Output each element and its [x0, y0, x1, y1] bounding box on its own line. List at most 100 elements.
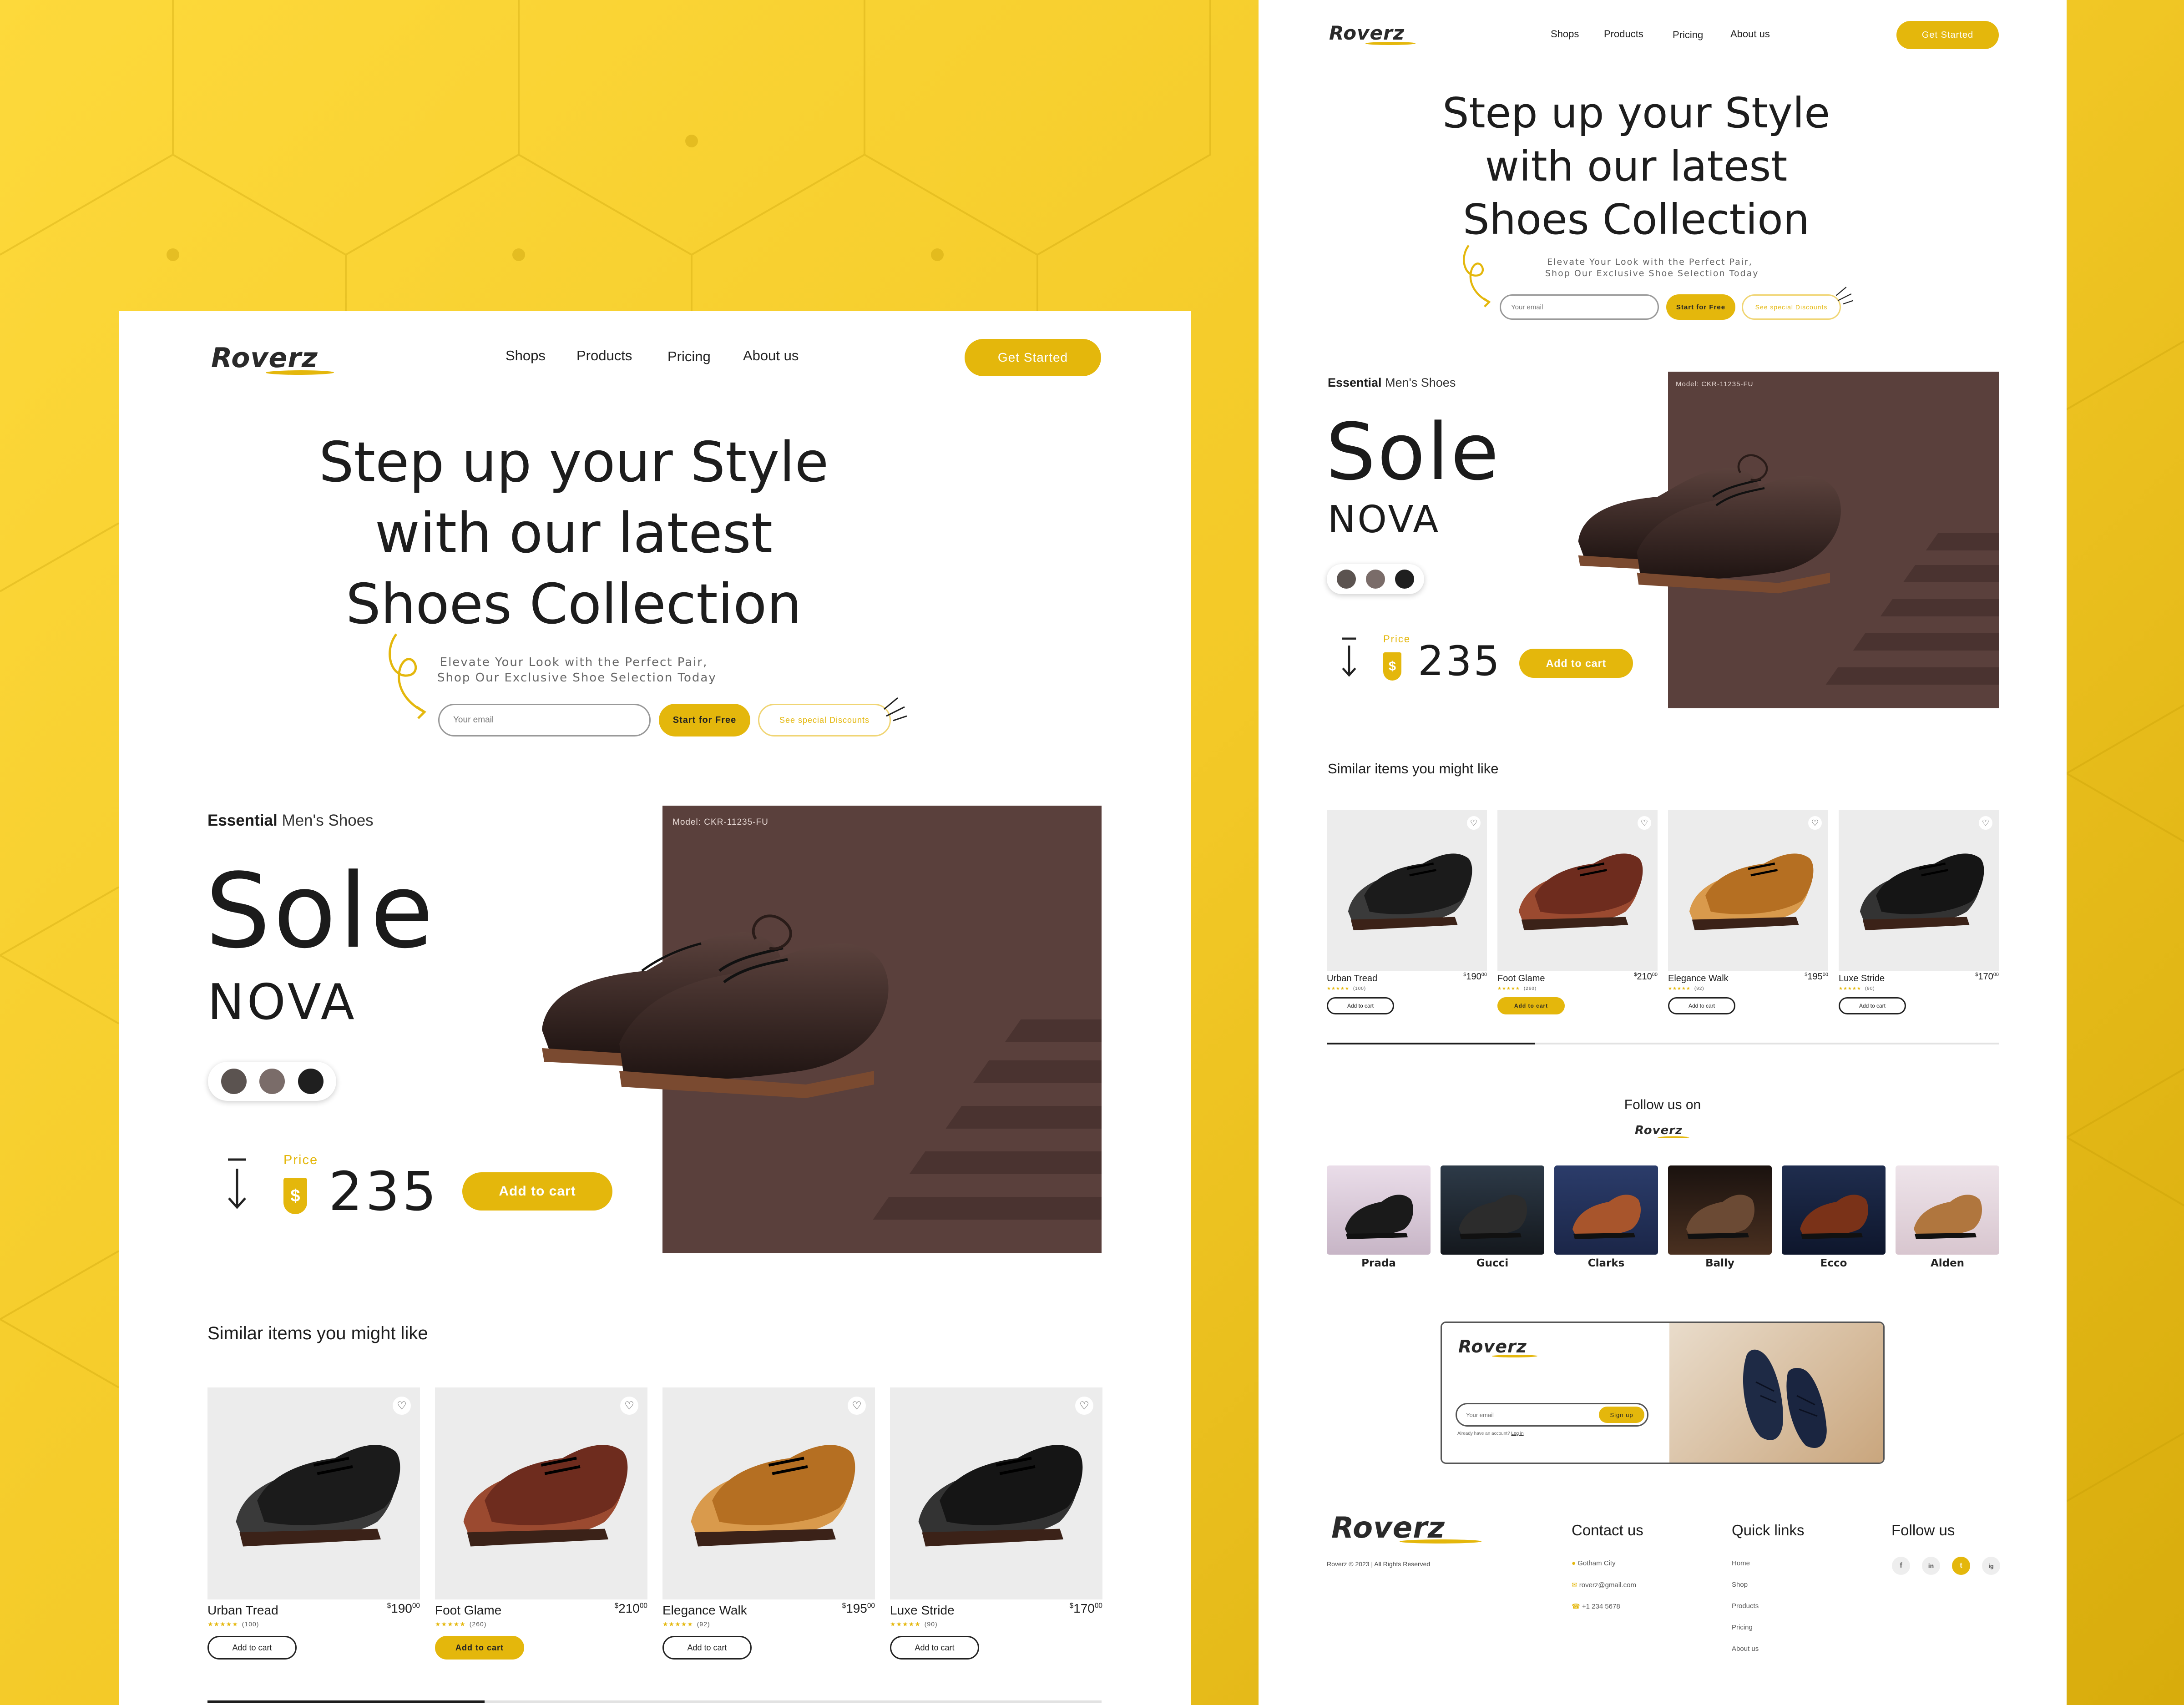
footer-logo[interactable]: Roverz: [1331, 1511, 1504, 1548]
footer-link-shop[interactable]: Shop: [1732, 1581, 1748, 1589]
card-price-cents: 00: [1094, 1602, 1102, 1610]
contact-phone[interactable]: ☎ +1 234 5678: [1572, 1602, 1620, 1610]
product-card[interactable]: ♡ Foot Glame $21000 ★★★★★ (260) Add to ca…: [435, 1387, 647, 1679]
card-add-to-cart-button[interactable]: Add to cart: [207, 1636, 297, 1660]
carousel-progress-fill: [207, 1700, 485, 1703]
brand-tile[interactable]: [1782, 1165, 1886, 1255]
twitter-icon[interactable]: t: [1952, 1557, 1970, 1575]
header-logo[interactable]: Roverz: [1329, 22, 1425, 47]
contact-email[interactable]: ✉ roverz@gmail.com: [1572, 1581, 1636, 1589]
brand-name[interactable]: Bally: [1668, 1257, 1772, 1269]
product-card[interactable]: ♡ Urban Tread $19000 ★★★★★ (100) Add to c…: [207, 1387, 420, 1679]
start-free-button[interactable]: Start for Free: [1666, 294, 1735, 320]
card-add-to-cart-button[interactable]: Add to cart: [435, 1636, 524, 1660]
nav-about[interactable]: About us: [743, 348, 799, 364]
facebook-icon[interactable]: f: [1892, 1557, 1910, 1575]
card-price: $17000: [1070, 1601, 1102, 1616]
brand-tile[interactable]: [1896, 1165, 1999, 1255]
header-logo[interactable]: Roverz: [211, 342, 343, 378]
nav-about[interactable]: About us: [1730, 28, 1770, 40]
card-price-value: 190: [391, 1601, 412, 1615]
nav-shops[interactable]: Shops: [506, 348, 546, 364]
brand-shoe-image: [1459, 1195, 1527, 1239]
product-card[interactable]: ♡ Foot Glame $21000 ★★★★★ (260) Add to ca…: [1497, 810, 1658, 1019]
swatch-black[interactable]: [1395, 570, 1414, 589]
logo-swoosh: [1657, 1136, 1690, 1138]
footer-link-products[interactable]: Products: [1732, 1602, 1759, 1610]
get-started-button[interactable]: Get Started: [965, 339, 1101, 376]
swatch-dark-grey[interactable]: [1337, 570, 1356, 589]
brand-tile[interactable]: [1327, 1165, 1431, 1255]
add-to-cart-button[interactable]: Add to cart: [1519, 649, 1633, 678]
down-arrow-icon[interactable]: [1339, 637, 1360, 679]
heart-icon[interactable]: ♡: [1075, 1397, 1093, 1415]
swatch-grey[interactable]: [259, 1069, 285, 1094]
down-arrow-icon[interactable]: [223, 1157, 251, 1212]
nav-shops[interactable]: Shops: [1551, 28, 1579, 40]
card-image: ♡: [1668, 810, 1828, 971]
brand-shoe-image: [1914, 1195, 1982, 1239]
card-add-to-cart-button[interactable]: Add to cart: [1839, 997, 1906, 1014]
logo-swoosh: [1491, 1355, 1538, 1357]
product-card[interactable]: ♡ Urban Tread $19000 ★★★★★ (100) Add to c…: [1327, 810, 1487, 1019]
full-page-preview: Roverz Shops Products Pricing About us G…: [1259, 0, 2067, 1705]
footer-link-about[interactable]: About us: [1732, 1645, 1759, 1653]
brand-name[interactable]: Alden: [1896, 1257, 1999, 1269]
product-card[interactable]: ♡ Luxe Stride $17000 ★★★★★ (90) Add to ca…: [890, 1387, 1102, 1679]
brand-tile[interactable]: [1668, 1165, 1772, 1255]
brand-name[interactable]: Gucci: [1441, 1257, 1544, 1269]
login-link[interactable]: Log in: [1511, 1431, 1523, 1436]
nav-products[interactable]: Products: [576, 348, 632, 364]
rating-stars: ★★★★★ (100): [207, 1620, 259, 1628]
special-discounts-button[interactable]: See special Discounts: [1742, 294, 1841, 320]
start-free-button[interactable]: Start for Free: [659, 704, 750, 736]
card-add-to-cart-button[interactable]: Add to cart: [1497, 997, 1565, 1014]
heart-icon[interactable]: ♡: [620, 1397, 638, 1415]
brand-name[interactable]: Clarks: [1554, 1257, 1658, 1269]
stars-glyphs: ★★★★★: [207, 1620, 238, 1628]
card-add-to-cart-button[interactable]: Add to cart: [662, 1636, 752, 1660]
rating-stars: ★★★★★ (90): [890, 1620, 938, 1628]
card-add-to-cart-button[interactable]: Add to cart: [1327, 997, 1394, 1014]
swatch-grey[interactable]: [1366, 570, 1385, 589]
heart-icon[interactable]: ♡: [393, 1397, 411, 1415]
category-bold: Essential: [207, 812, 278, 829]
product-card[interactable]: ♡ Luxe Stride $17000 ★★★★★ (90) Add to ca…: [1839, 810, 1999, 1019]
brand-name[interactable]: Prada: [1327, 1257, 1431, 1269]
add-to-cart-button[interactable]: Add to cart: [462, 1172, 612, 1211]
heart-icon[interactable]: ♡: [848, 1397, 866, 1415]
footer-link-home[interactable]: Home: [1732, 1559, 1750, 1567]
card-add-to-cart-button[interactable]: Add to cart: [1668, 997, 1735, 1014]
category-rest: Men's Shoes: [1385, 376, 1456, 389]
heart-icon[interactable]: ♡: [1467, 816, 1481, 830]
brand-tile[interactable]: [1441, 1165, 1544, 1255]
swatch-black[interactable]: [298, 1069, 324, 1094]
card-shoe-wrap: [1327, 810, 1487, 971]
hero-email-input[interactable]: [438, 704, 651, 736]
heart-icon[interactable]: ♡: [1638, 816, 1651, 830]
signup-email-input[interactable]: [1466, 1409, 1584, 1421]
product-card[interactable]: ♡ Elegance Walk $19500 ★★★★★ (92) Add to …: [1668, 810, 1828, 1019]
signup-button[interactable]: Sign up: [1599, 1407, 1644, 1423]
linkedin-icon[interactable]: in: [1922, 1557, 1940, 1575]
instagram-icon[interactable]: ig: [1982, 1557, 2000, 1575]
hero-title: Step up your Style with our latest Shoes…: [210, 427, 938, 640]
hero-email-input[interactable]: [1500, 294, 1659, 320]
nav-products[interactable]: Products: [1604, 28, 1643, 40]
card-add-to-cart-button[interactable]: Add to cart: [890, 1636, 979, 1660]
footer-link-pricing[interactable]: Pricing: [1732, 1624, 1753, 1631]
logo-text: Roverz: [1329, 22, 1405, 44]
heart-icon[interactable]: ♡: [1808, 816, 1822, 830]
swatch-dark-grey[interactable]: [221, 1069, 247, 1094]
get-started-button[interactable]: Get Started: [1896, 21, 1999, 49]
brand-name[interactable]: Ecco: [1782, 1257, 1886, 1269]
nav-pricing[interactable]: Pricing: [1673, 29, 1703, 41]
special-discounts-button[interactable]: See special Discounts: [758, 704, 891, 736]
brand-tile[interactable]: [1554, 1165, 1658, 1255]
nav-pricing[interactable]: Pricing: [667, 348, 711, 365]
carousel-progress-bar[interactable]: [1327, 1043, 1999, 1044]
logo-text: Roverz: [1458, 1337, 1527, 1357]
heart-icon[interactable]: ♡: [1979, 816, 1992, 830]
carousel-progress-bar[interactable]: [207, 1700, 1102, 1703]
product-card[interactable]: ♡ Elegance Walk $19500 ★★★★★ (92) Add to …: [662, 1387, 875, 1679]
